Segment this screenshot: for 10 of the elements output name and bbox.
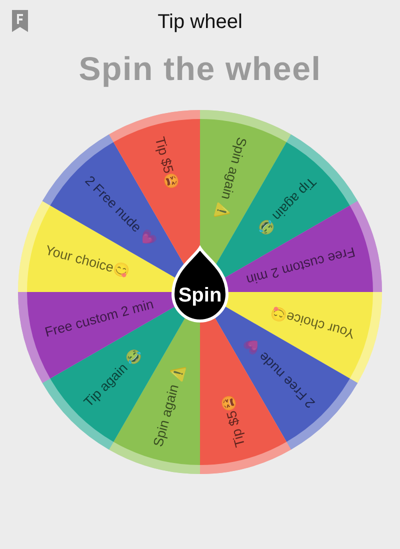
segment-label: Tip $5😫 [219, 392, 248, 448]
spin-button[interactable]: Spin [172, 246, 228, 322]
segment-label: Spin again ⚠ [213, 135, 250, 221]
segment-label: Free custom 2 min [244, 244, 357, 288]
segment-label: Spin again ⚠ [150, 362, 187, 448]
segment-label: Free custom 2 min [43, 296, 156, 340]
app-title: Tip wheel [158, 10, 242, 35]
segment-label: Tip $5😫 [152, 134, 181, 191]
wheel-heading: Spin the wheel [78, 49, 322, 89]
bookmark-icon[interactable] [11, 9, 29, 33]
